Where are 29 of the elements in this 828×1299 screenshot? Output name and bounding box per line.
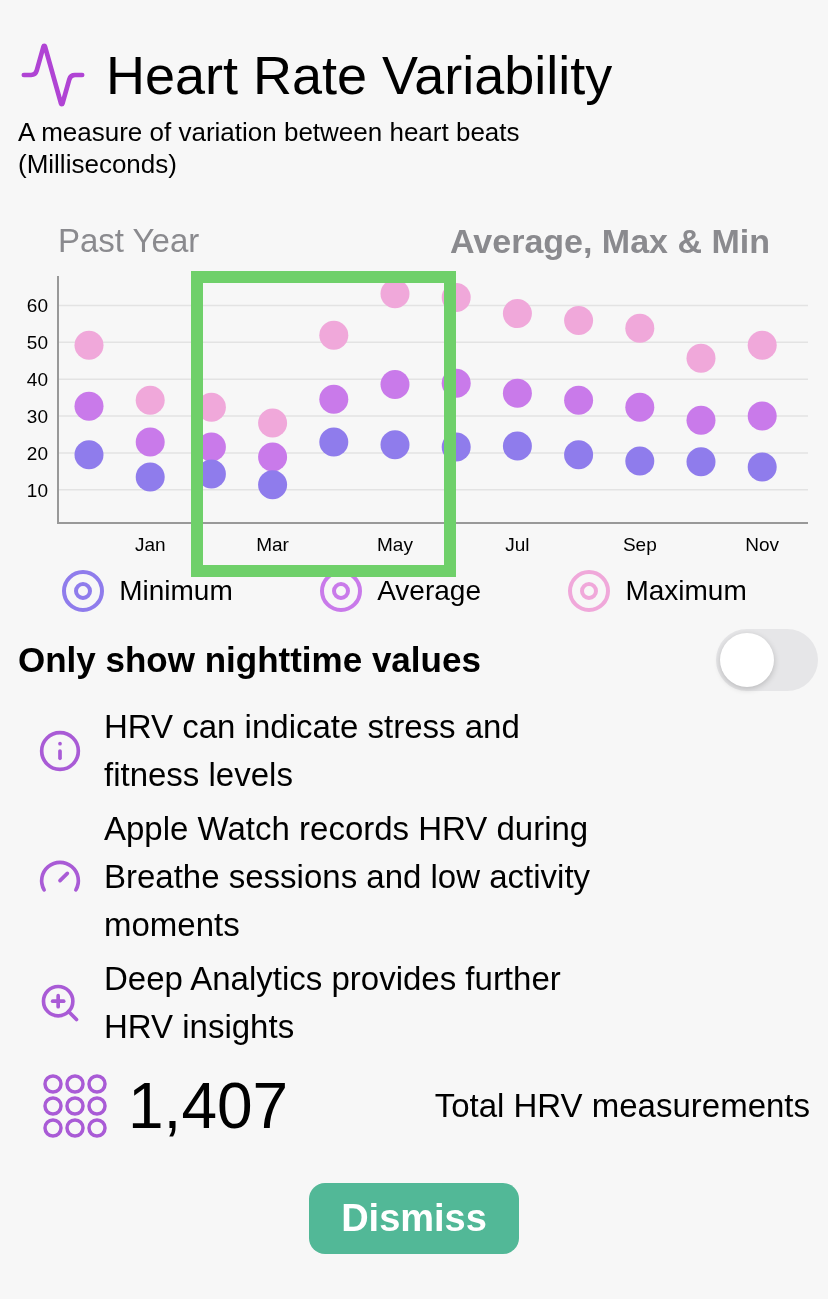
fact-text: Apple Watch records HRV during Breathe sessions and low activity moments bbox=[104, 809, 592, 945]
axis-label: Mar bbox=[256, 534, 289, 555]
toggle-switch[interactable] bbox=[716, 629, 818, 691]
axis-label: 30 bbox=[26, 406, 48, 428]
title: Heart Rate Variability bbox=[106, 44, 613, 106]
axis-label: 50 bbox=[26, 332, 48, 354]
axis-label: Jan bbox=[134, 534, 166, 555]
measurement-count: 1,407 bbox=[128, 1069, 289, 1143]
dismiss-button[interactable]: Dismiss bbox=[309, 1183, 519, 1254]
period-label[interactable]: Past Year bbox=[58, 222, 200, 261]
legend-label: Maximum bbox=[625, 575, 747, 607]
axis-label: Nov bbox=[745, 534, 780, 555]
legend-label: Minimum bbox=[119, 575, 233, 607]
axis-label: 20 bbox=[26, 442, 48, 464]
axis-label: May bbox=[377, 534, 413, 555]
axis-label: 40 bbox=[26, 369, 48, 391]
subtitle: A measure of variation between heart beats (Milliseconds) bbox=[18, 116, 521, 180]
info-icon bbox=[38, 729, 82, 773]
axis-label: 10 bbox=[26, 479, 48, 501]
legend-label: Average bbox=[377, 575, 481, 607]
axis-label: Jul bbox=[505, 534, 530, 555]
axis-label: 60 bbox=[26, 295, 48, 317]
dot-grid-icon bbox=[42, 1073, 108, 1139]
count-label: Total HRV measurements bbox=[434, 1087, 810, 1125]
axis-label: Sep bbox=[622, 534, 657, 555]
toggle-label: Only show nighttime values bbox=[18, 640, 481, 680]
mode-label[interactable]: Average, Max & Min bbox=[450, 222, 770, 261]
fact-text: HRV can indicate stress and fitness levels bbox=[104, 707, 521, 795]
fact-text: Deep Analytics provides further HRV insights bbox=[104, 959, 562, 1047]
